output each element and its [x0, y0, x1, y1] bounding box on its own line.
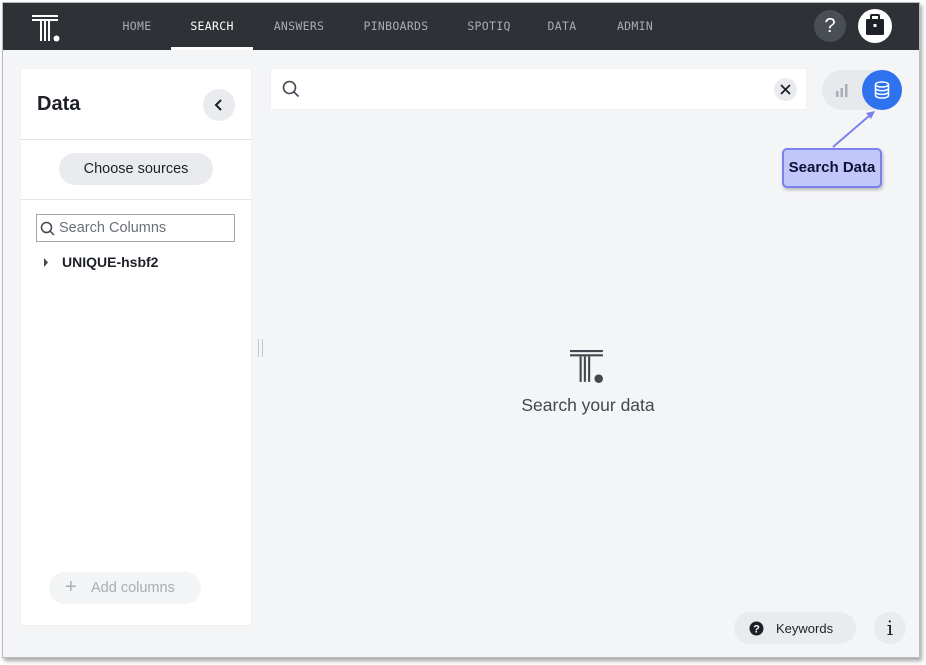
callout-arrow: [832, 111, 875, 148]
panel-resize-handle[interactable]: [258, 339, 265, 357]
nav-answers[interactable]: ANSWERS: [265, 3, 333, 50]
database-icon: [874, 81, 890, 99]
nav-spotiq[interactable]: SPOTIQ: [459, 3, 519, 50]
search-data-callout: Search Data: [782, 148, 882, 188]
thoughtspot-logo: [570, 350, 603, 383]
add-columns-label: Add columns: [91, 580, 175, 596]
search-data-toggle[interactable]: [862, 70, 902, 110]
plus-icon: +: [65, 576, 77, 598]
collapse-panel-button[interactable]: [203, 89, 235, 121]
briefcase-icon: [866, 14, 884, 35]
close-icon: [780, 84, 791, 95]
choose-sources-button[interactable]: Choose sources: [59, 153, 213, 185]
search-columns-input[interactable]: [59, 218, 229, 238]
data-panel: Data Choose sources UNIQUE-hsbf2 + Add c…: [21, 69, 251, 625]
empty-state-message: Search your data: [521, 395, 655, 415]
data-panel-title: Data: [37, 93, 81, 115]
panel-divider: [21, 199, 251, 200]
search-bar[interactable]: [271, 69, 806, 109]
nav-data[interactable]: DATA: [540, 3, 584, 50]
nav-home[interactable]: HOME: [111, 3, 163, 50]
info-button[interactable]: i: [874, 612, 906, 644]
bar-chart-icon: [836, 84, 848, 97]
search-columns-field[interactable]: [36, 214, 235, 242]
nav-admin[interactable]: ADMIN: [608, 3, 662, 50]
keywords-button[interactable]: ? Keywords: [734, 612, 856, 644]
panel-divider: [21, 139, 251, 140]
user-profile-button[interactable]: [858, 9, 892, 43]
help-button[interactable]: ?: [814, 10, 846, 42]
caret-right-icon: [44, 258, 48, 267]
chart-view-toggle[interactable]: [822, 70, 862, 110]
search-icon: [40, 221, 55, 236]
keywords-label: Keywords: [776, 621, 834, 636]
search-icon: [282, 80, 300, 98]
help-circle-icon: ?: [749, 621, 764, 636]
add-columns-button[interactable]: + Add columns: [49, 572, 201, 604]
chevron-left-icon: [214, 99, 222, 111]
clear-search-button[interactable]: [774, 78, 797, 101]
svg-text:?: ?: [753, 624, 760, 636]
search-input[interactable]: [307, 78, 767, 100]
thoughtspot-logo[interactable]: [30, 12, 62, 44]
nav-pinboards[interactable]: PINBOARDS: [355, 3, 437, 50]
view-toggle: [822, 70, 902, 110]
app-window: HOME SEARCH ANSWERS PINBOARDS SPOTIQ DAT…: [2, 2, 920, 658]
nav-search[interactable]: SEARCH: [181, 3, 243, 50]
top-nav: HOME SEARCH ANSWERS PINBOARDS SPOTIQ DAT…: [3, 3, 919, 50]
source-name: UNIQUE-hsbf2: [62, 254, 159, 270]
active-tab-indicator: [171, 47, 253, 50]
